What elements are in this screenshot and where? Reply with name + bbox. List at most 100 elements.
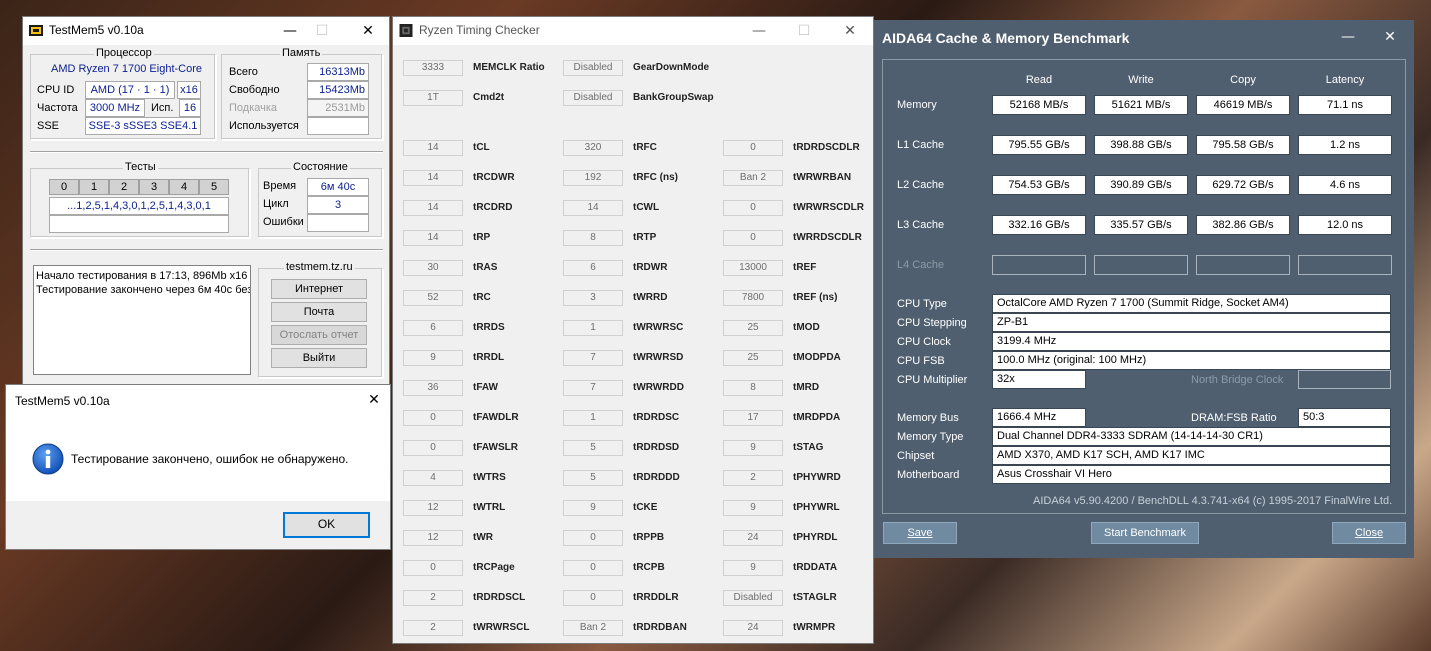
timing-label: tWRWRSD	[633, 352, 684, 363]
cpu-clock-field: 3199.4 MHz	[992, 332, 1391, 351]
log-output[interactable]: Начало тестирования в 17:13, 896Mb x16 Т…	[33, 265, 251, 375]
timing-label: tREF	[793, 262, 817, 273]
minimize-button[interactable]: —	[744, 17, 774, 45]
mem-type-field: Dual Channel DDR4-3333 SDRAM (14-14-14-3…	[992, 427, 1391, 446]
result-cell	[1298, 255, 1392, 275]
freq-label: Частота	[37, 102, 78, 114]
cpu-stepping-label: CPU Stepping	[897, 317, 967, 329]
used-threads-label: Исп.	[151, 102, 174, 114]
exit-button[interactable]: Выйти	[271, 348, 367, 368]
timing-value: 7	[563, 350, 623, 366]
timing-label: tRTP	[633, 232, 657, 243]
timing-value: 9	[563, 500, 623, 516]
total-label: Всего	[229, 66, 258, 78]
minimize-button[interactable]: —	[1334, 26, 1362, 48]
timing-value: 7800	[723, 290, 783, 306]
mail-button[interactable]: Почта	[271, 302, 367, 322]
timing-label: tWTRS	[473, 472, 506, 483]
timing-label: tWRRDSCDLR	[793, 232, 862, 243]
timing-value: 7	[563, 380, 623, 396]
result-row-label: L2 Cache	[897, 179, 945, 191]
result-row-label: L4 Cache	[897, 259, 945, 271]
errors-label: Ошибки	[263, 216, 304, 228]
close-button[interactable]: ✕	[1376, 26, 1404, 48]
errors-field	[307, 214, 369, 232]
motherboard-field: Asus Crosshair VI Hero	[992, 465, 1391, 484]
internet-button[interactable]: Интернет	[271, 279, 367, 299]
used-field	[307, 117, 369, 135]
timing-value: 0	[403, 560, 463, 576]
result-cell: 795.55 GB/s	[992, 135, 1086, 155]
result-cell	[1094, 255, 1188, 275]
timing-label: tWRWRSCL	[473, 622, 530, 633]
ok-button[interactable]: OK	[283, 512, 370, 538]
timing-label: tRCPage	[473, 562, 515, 573]
rtc-titlebar[interactable]: Ryzen Timing Checker — ☐ ✕	[393, 17, 873, 45]
timing-label: tWRWRSC	[633, 322, 684, 333]
log-line: Начало тестирования в 17:13, 896Mb x16	[36, 270, 248, 282]
timing-value: 24	[723, 620, 783, 636]
timing-label: tSTAG	[793, 442, 824, 453]
timing-value: Ban 2	[723, 170, 783, 186]
timing-value: 6	[403, 320, 463, 336]
free-field: 15423Mb	[307, 81, 369, 99]
timing-value: 0	[403, 440, 463, 456]
timing-label: tRDRDSC	[633, 412, 680, 423]
timing-label: tRPPB	[633, 532, 665, 543]
timing-value: 1	[563, 410, 623, 426]
log-line: Тестирование закончено через 6м 40с без	[36, 284, 251, 296]
timing-value: 0	[723, 230, 783, 246]
test-header-cell: 3	[139, 179, 169, 195]
timing-value: 17	[723, 410, 783, 426]
timing-label: tFAW	[473, 382, 498, 393]
start-benchmark-button[interactable]: Start Benchmark	[1091, 522, 1199, 544]
timing-label: tRCDRD	[473, 202, 513, 213]
timing-value: 1	[563, 320, 623, 336]
save-button[interactable]: Save	[883, 522, 957, 544]
result-cell: 382.86 GB/s	[1196, 215, 1290, 235]
swap-field: 2531Mb	[307, 99, 369, 117]
timing-value: Ban 2	[563, 620, 623, 636]
result-cell: 1.2 ns	[1298, 135, 1392, 155]
test-progress-field	[49, 215, 229, 233]
close-dialog-button[interactable]: Close	[1332, 522, 1406, 544]
result-cell: 12.0 ns	[1298, 215, 1392, 235]
timing-value: Disabled	[563, 90, 623, 106]
timing-label: tPHYRDL	[793, 532, 838, 543]
timing-value: 1T	[403, 90, 463, 106]
timing-label: tWRRD	[633, 292, 668, 303]
timing-label: tWTRL	[473, 502, 506, 513]
timing-value: 3333	[403, 60, 463, 76]
timing-label: tCKE	[633, 502, 658, 513]
testmem-titlebar[interactable]: TestMem5 v0.10a — ☐ ✕	[23, 17, 389, 45]
timing-label: tMOD	[793, 322, 820, 333]
timing-value: 0	[563, 590, 623, 606]
dialog-close-button[interactable]: ✕	[359, 386, 389, 414]
timing-value: 2	[723, 470, 783, 486]
send-report-button: Отослать отчет	[271, 325, 367, 345]
timing-value: 4	[403, 470, 463, 486]
timing-value: 5	[563, 440, 623, 456]
timing-label: Cmd2t	[473, 92, 505, 103]
testmem-window: TestMem5 v0.10a — ☐ ✕ Процессор AMD Ryze…	[22, 16, 390, 386]
column-header: Latency	[1325, 74, 1365, 86]
close-button[interactable]: ✕	[835, 17, 865, 45]
swap-label: Подкачка	[229, 102, 278, 114]
timing-label: tWRMPR	[793, 622, 836, 633]
timing-label: tSTAGLR	[793, 592, 837, 603]
minimize-button[interactable]: —	[275, 17, 305, 45]
close-button[interactable]: ✕	[353, 17, 383, 45]
timing-value: 2	[403, 590, 463, 606]
timing-value: 0	[563, 530, 623, 546]
cpu-group-title: Процессор	[94, 47, 154, 59]
timing-label: tPHYWRD	[793, 472, 841, 483]
result-cell: 629.72 GB/s	[1196, 175, 1290, 195]
timing-label: tRDRDSCDLR	[793, 142, 860, 153]
timing-label: tRDRDDD	[633, 472, 680, 483]
test-header-cell: 0	[49, 179, 79, 195]
used-label: Используется	[229, 120, 299, 132]
timing-value: 0	[563, 560, 623, 576]
timing-label: tRRDDLR	[633, 592, 679, 603]
timing-label: tFAWSLR	[473, 442, 518, 453]
timing-label: tRDRDBAN	[633, 622, 687, 633]
